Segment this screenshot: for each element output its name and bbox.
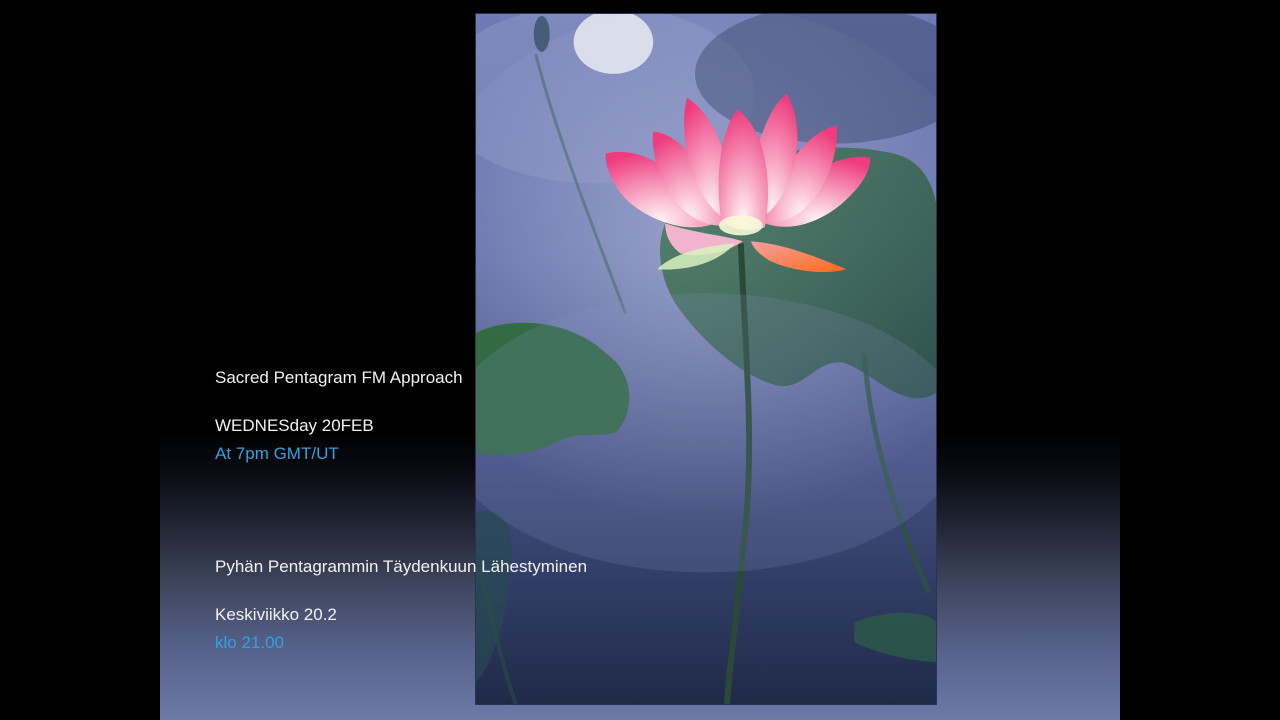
english-day: WEDNESday 20FEB bbox=[215, 416, 374, 435]
lotus-photo bbox=[475, 13, 937, 705]
finnish-title: Pyhän Pentagrammin Täydenkuun Lähestymin… bbox=[215, 557, 588, 576]
video-frame: Sacred Pentagram FM Approach WEDNESday 2… bbox=[0, 0, 1280, 720]
english-title: Sacred Pentagram FM Approach bbox=[215, 368, 463, 387]
finnish-day: Keskiviikko 20.2 bbox=[215, 605, 337, 624]
english-time: At 7pm GMT/UT bbox=[215, 444, 339, 463]
finnish-time: klo 21.00 bbox=[215, 633, 284, 652]
lotus-illustration bbox=[476, 14, 936, 704]
